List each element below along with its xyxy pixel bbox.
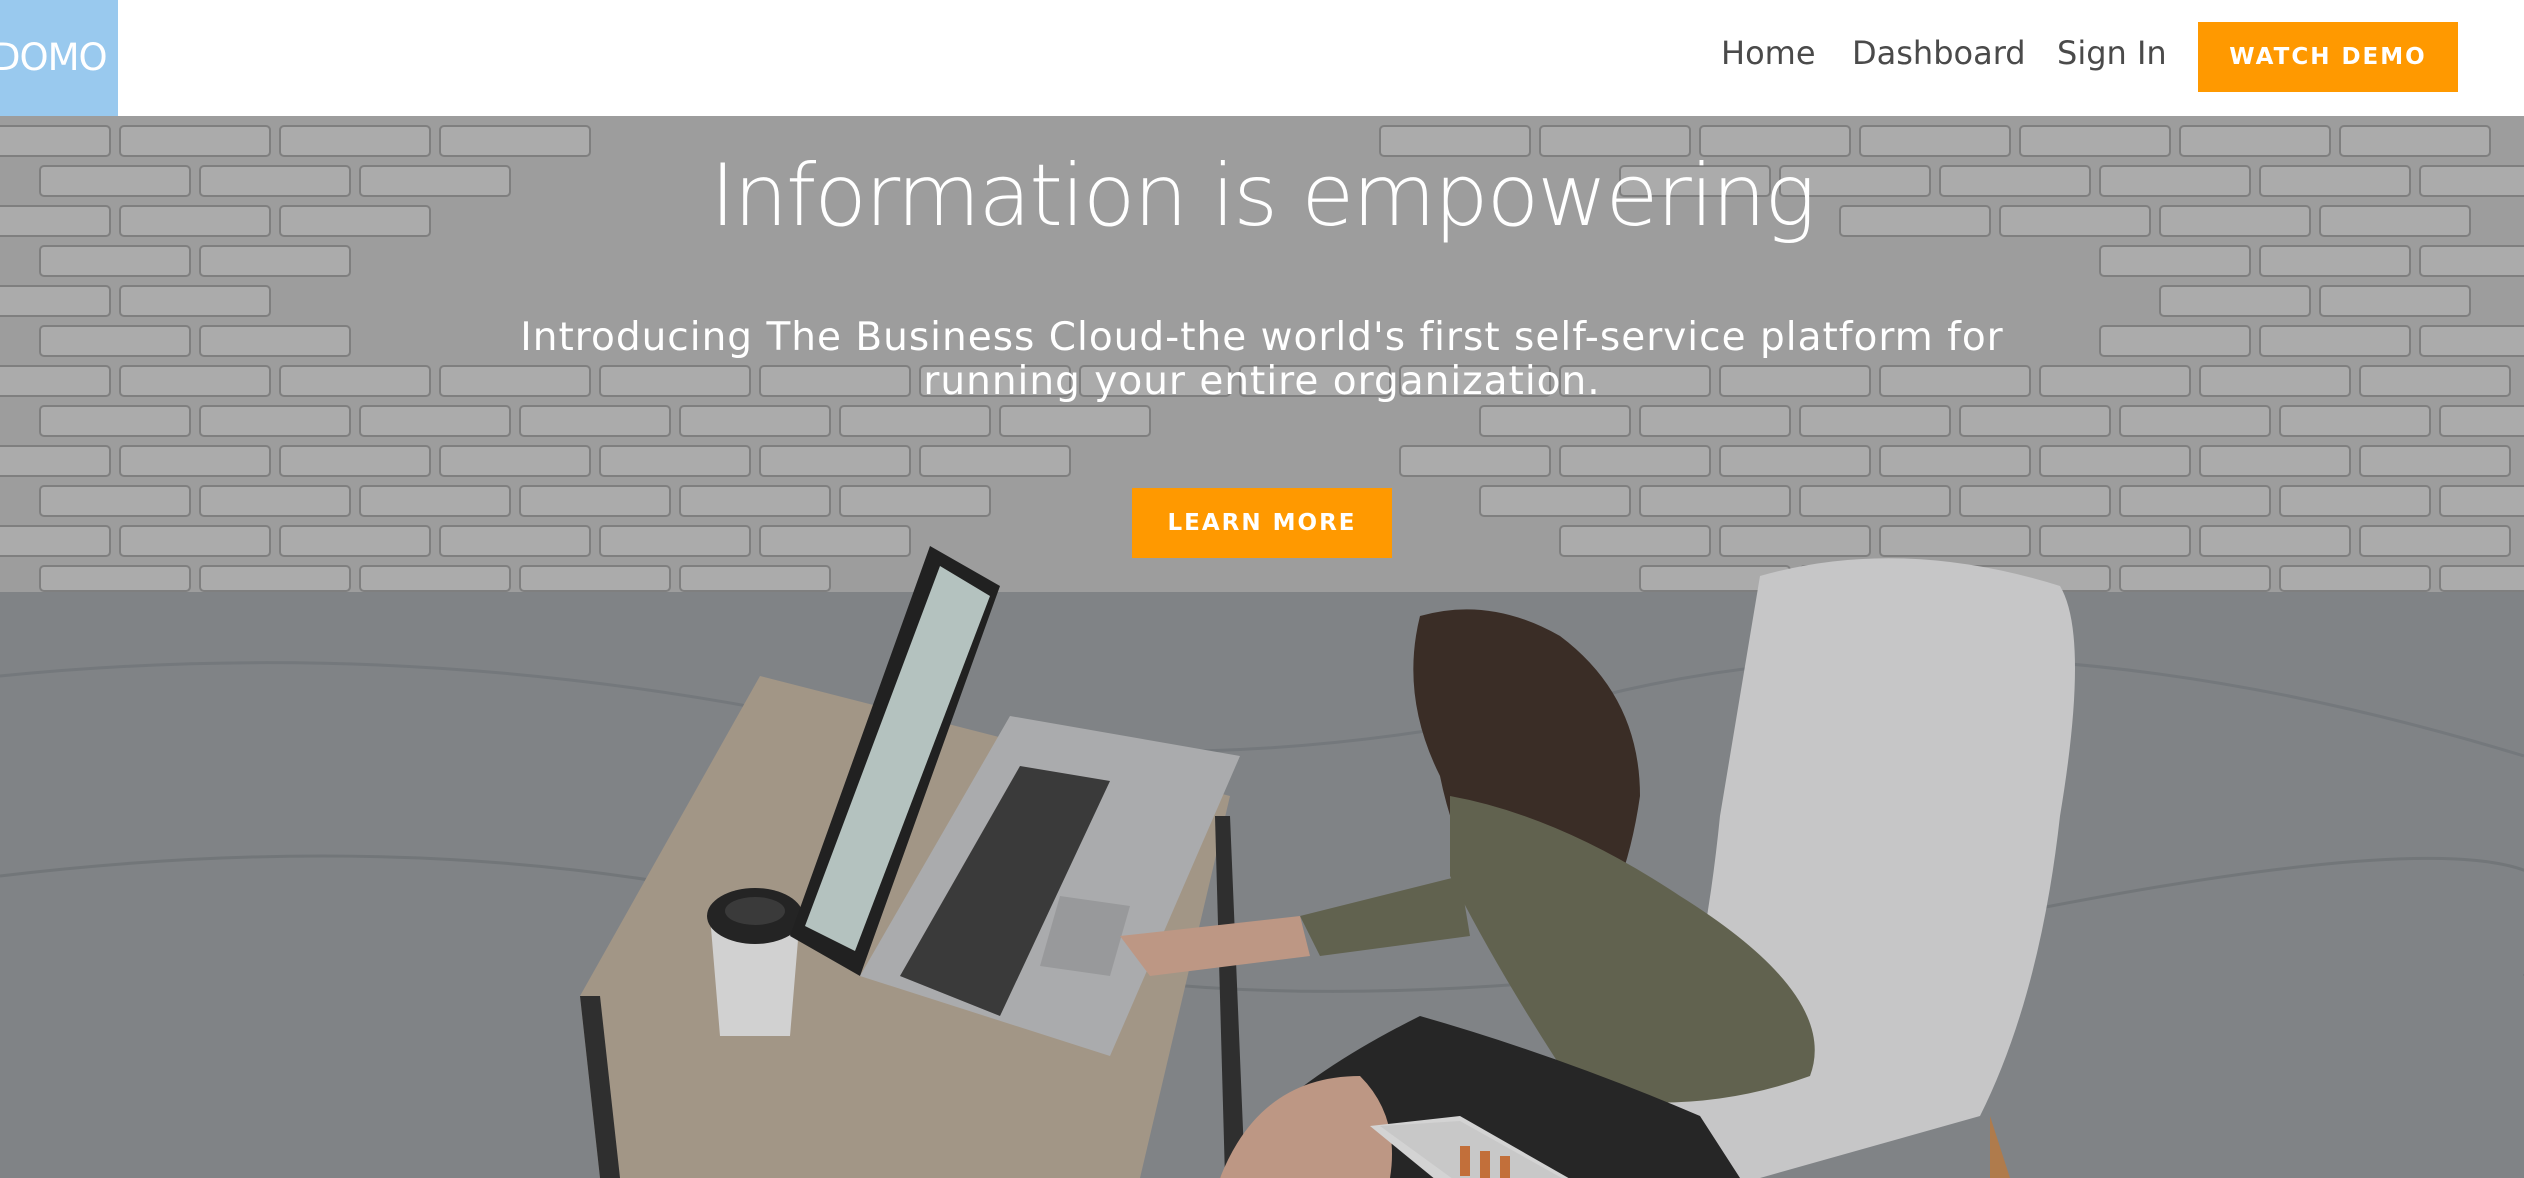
nav-home-link[interactable]: Home — [1721, 34, 1816, 72]
hero-overlay — [0, 116, 2524, 1178]
site-header: DOMO Home Dashboard Sign In WATCH DEMO — [0, 0, 2524, 116]
watch-demo-button[interactable]: WATCH DEMO — [2198, 22, 2458, 92]
hero-title: Information is empowering — [710, 146, 1816, 246]
hero-subtitle: Introducing The Business Cloud-the world… — [520, 315, 2004, 404]
hero-section: Information is empowering Introducing Th… — [0, 116, 2524, 1178]
learn-more-button[interactable]: LEARN MORE — [1132, 488, 1392, 558]
logo-text: DOMO — [0, 36, 108, 79]
domo-logo[interactable]: DOMO — [0, 0, 118, 116]
nav-dashboard-link[interactable]: Dashboard — [1852, 34, 2026, 72]
nav-sign-in-link[interactable]: Sign In — [2057, 34, 2167, 72]
